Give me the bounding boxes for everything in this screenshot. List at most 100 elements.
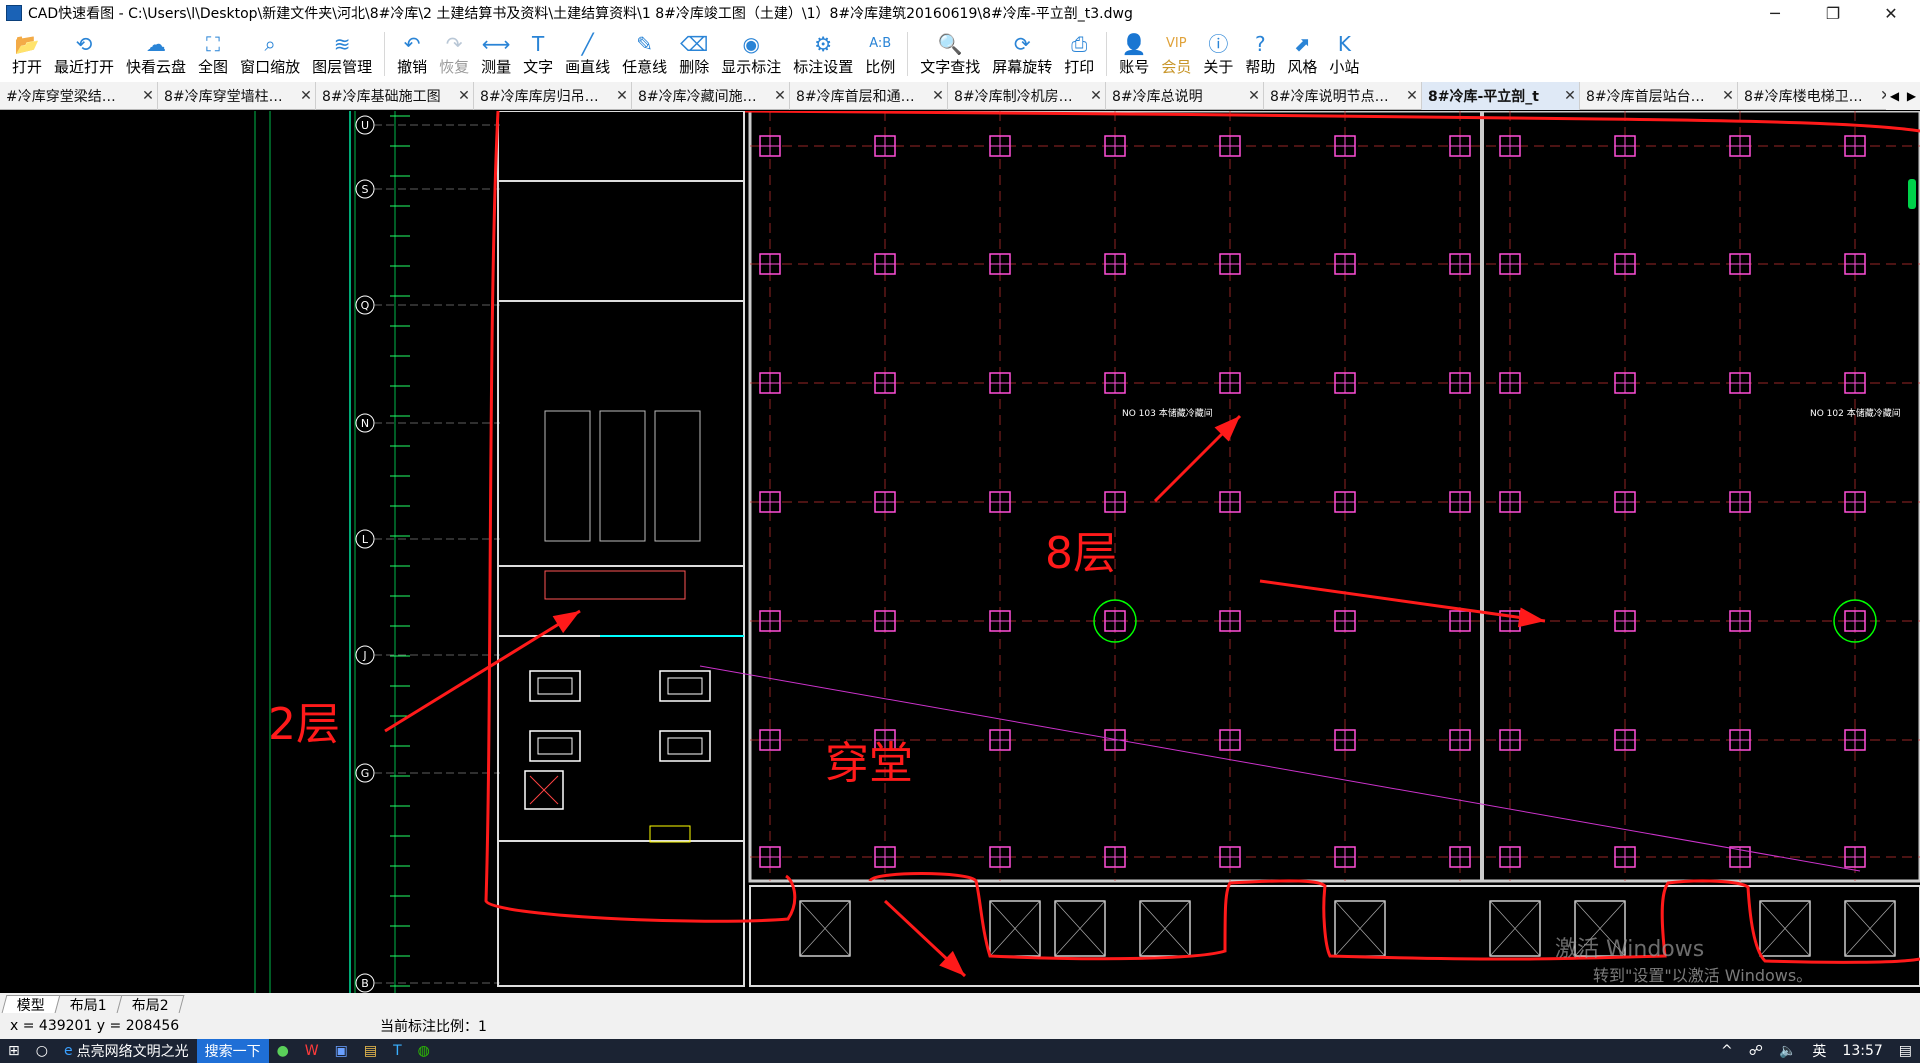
style-button[interactable]: ⬈ 风格 — [1281, 26, 1323, 82]
document-tab[interactable]: 8#冷库首层站台… ✕ — [1580, 82, 1738, 110]
undo-icon: ↶ — [403, 31, 421, 56]
tab-close-icon[interactable]: ✕ — [1245, 88, 1263, 104]
tab-close-icon[interactable]: ✕ — [1719, 88, 1737, 104]
history-button[interactable]: ⟲ 最近打开 — [48, 26, 120, 82]
history-icon: ⟲ — [75, 31, 93, 56]
rotate-button[interactable]: ⟳ 屏幕旋转 — [986, 26, 1058, 82]
layout-tab-2[interactable]: 布局2 — [116, 995, 185, 1014]
scale-button[interactable]: A:B 比例 — [859, 26, 901, 82]
tray-arrow-icon[interactable]: ^ — [1713, 1039, 1741, 1063]
axis-label: Q — [361, 299, 370, 312]
arrow-2f — [552, 611, 580, 634]
layout-tab-1[interactable]: 布局1 — [54, 995, 123, 1014]
tool-icon[interactable]: T — [385, 1039, 410, 1063]
room-outline — [544, 410, 591, 542]
tab-close-icon[interactable]: ✕ — [929, 88, 947, 104]
notification-icon[interactable]: ▤ — [1891, 1039, 1920, 1063]
arrow-right — [1517, 607, 1545, 628]
toolbar-label: 帮助 — [1245, 57, 1276, 76]
tab-label: 8#冷库总说明 — [1112, 89, 1203, 105]
equipment — [537, 677, 573, 695]
print-icon: ⎙ — [1071, 31, 1088, 56]
toolbar-label: 会员 — [1161, 57, 1192, 76]
toolbar-label: 比例 — [865, 57, 896, 76]
toolbar-label: 打开 — [12, 57, 43, 76]
cad-taskbar-icon[interactable]: ▣ — [327, 1039, 356, 1063]
clock[interactable]: 13:57 — [1834, 1039, 1890, 1063]
network-icon[interactable]: ☍ — [1741, 1039, 1771, 1063]
document-tab[interactable]: 8#冷库基础施工图 ✕ — [316, 82, 474, 110]
toolbar-label: 最近打开 — [54, 57, 115, 76]
text-search-button[interactable]: 🔍 文字查找 — [914, 26, 986, 82]
document-tab[interactable]: #冷库穿堂梁结… ✕ — [0, 82, 158, 110]
fullview-button[interactable]: ⛶ 全图 — [192, 26, 234, 82]
tab-label: 8#冷库说明节点… — [1270, 89, 1389, 105]
scroll-indicator — [1908, 179, 1916, 209]
user-button[interactable]: 👤 账号 — [1113, 26, 1155, 82]
tab-scroll-left-icon[interactable]: ◀ — [1890, 89, 1899, 103]
document-tab[interactable]: 8#冷库冷藏间施… ✕ — [632, 82, 790, 110]
minimize-icon[interactable]: ─ — [1746, 0, 1804, 26]
redo-button[interactable]: ↷ 恢复 — [433, 26, 475, 82]
help-button[interactable]: ? 帮助 — [1239, 26, 1281, 82]
layers-button[interactable]: ≋ 图层管理 — [306, 26, 378, 82]
layout-tab-model[interactable]: 模型 — [1, 995, 61, 1014]
settings-button[interactable]: ⚙ 标注设置 — [787, 26, 859, 82]
cursor-coordinates: x = 439201 y = 208456 — [10, 1018, 180, 1034]
cloud-button[interactable]: ☁ 快看云盘 — [120, 26, 192, 82]
cad-drawing[interactable]: U S Q N L J G B NO 103 本储藏冷藏间 NO 102 本储藏冷藏间 8层 2层穿堂… — [0, 111, 1920, 993]
document-tab[interactable]: 8#冷库说明节点… ✕ — [1264, 82, 1422, 110]
folder-button[interactable]: 📂 打开 — [6, 26, 48, 82]
search-icon[interactable]: ○ — [28, 1039, 56, 1063]
measure-button[interactable]: ⟷ 测量 — [475, 26, 517, 82]
zoom-window-button[interactable]: ⌕ 窗口缩放 — [234, 26, 306, 82]
user-icon: 👤 — [1121, 31, 1147, 56]
toolbar-label: 画直线 — [565, 57, 611, 76]
taskbar-browser-item[interactable]: e 点亮网络文明之光 — [56, 1039, 197, 1063]
tab-label: 8#冷库库房归吊… — [480, 89, 599, 105]
info-button[interactable]: ⓘ 关于 — [1197, 26, 1239, 82]
explorer-icon[interactable]: ▤ — [356, 1039, 385, 1063]
tab-close-icon[interactable]: ✕ — [1087, 88, 1105, 104]
document-tab[interactable]: 8#冷库总说明 ✕ — [1106, 82, 1264, 110]
start-icon[interactable]: ⊞ — [0, 1039, 28, 1063]
pen-button[interactable]: ✎ 任意线 — [616, 26, 673, 82]
toolbar-label: 风格 — [1287, 57, 1318, 76]
room-outline — [654, 410, 701, 542]
measure-icon: ⟷ — [481, 31, 511, 56]
document-tab[interactable]: 8#冷库库房归吊… ✕ — [474, 82, 632, 110]
tab-scroll-right-icon[interactable]: ▶ — [1907, 89, 1916, 103]
wps-icon[interactable]: W — [297, 1039, 327, 1063]
tab-close-icon[interactable]: ✕ — [297, 88, 315, 104]
taskbar-app-icon[interactable]: ● — [269, 1039, 297, 1063]
drawing-canvas[interactable]: U S Q N L J G B NO 103 本储藏冷藏间 NO 102 本储藏冷藏间 8层 2层 穿堂… — [0, 111, 1920, 993]
tab-close-icon[interactable]: ✕ — [455, 88, 473, 104]
tab-close-icon[interactable]: ✕ — [1561, 88, 1579, 104]
tab-close-icon[interactable]: ✕ — [613, 88, 631, 104]
taskbar-search-button[interactable]: 搜索一下 — [196, 1039, 269, 1063]
wechat-icon[interactable]: ◍ — [410, 1039, 438, 1063]
ime-indicator[interactable]: 英 — [1804, 1039, 1834, 1063]
tab-close-icon[interactable]: ✕ — [1403, 88, 1421, 104]
text-search-icon: 🔍 — [937, 31, 963, 56]
kstation-button[interactable]: K 小站 — [1323, 26, 1365, 82]
layers-icon: ≋ — [333, 31, 351, 56]
text-button[interactable]: T 文字 — [517, 26, 559, 82]
tab-scroll[interactable]: ◀ ▶ — [1886, 82, 1920, 110]
document-tab[interactable]: 8#冷库首层和通… ✕ — [790, 82, 948, 110]
close-icon[interactable]: ✕ — [1862, 0, 1920, 26]
maximize-icon[interactable]: ❐ — [1804, 0, 1862, 26]
print-button[interactable]: ⎙ 打印 — [1058, 26, 1100, 82]
tab-close-icon[interactable]: ✕ — [771, 88, 789, 104]
eye-button[interactable]: ◉ 显示标注 — [715, 26, 787, 82]
line-button[interactable]: ╱ 画直线 — [559, 26, 616, 82]
eraser-button[interactable]: ⌫ 删除 — [673, 26, 715, 82]
document-tab[interactable]: 8#冷库制冷机房… ✕ — [948, 82, 1106, 110]
undo-button[interactable]: ↶ 撤销 — [391, 26, 433, 82]
volume-icon[interactable]: 🔈 — [1771, 1039, 1804, 1063]
document-tab[interactable]: 8#冷库楼电梯卫…✕ — [1738, 82, 1896, 110]
document-tab[interactable]: 8#冷库-平立剖_t ✕ — [1422, 82, 1580, 110]
document-tab[interactable]: 8#冷库穿堂墙柱… ✕ — [158, 82, 316, 110]
vip-button[interactable]: VIP 会员 — [1155, 26, 1197, 82]
tab-close-icon[interactable]: ✕ — [139, 88, 157, 104]
